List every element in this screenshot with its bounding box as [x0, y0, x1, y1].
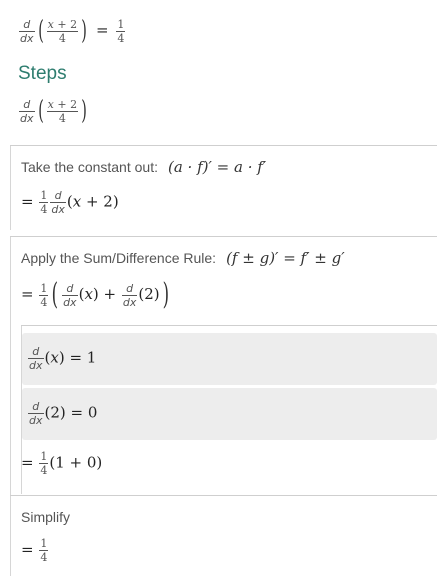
problem-result: 14: [116, 17, 126, 45]
step-constant-out: Take the constant out: (a · f)′ = a · f′: [21, 158, 267, 176]
divider: [10, 145, 437, 146]
steps-expression: d dx(x + 2 4): [19, 96, 87, 126]
step2-result: = 1 4(d dx (x) + d dx (2)): [21, 277, 169, 312]
derivative-operator: d dx: [19, 17, 35, 45]
step-border: [10, 237, 11, 495]
step-simplify: Simplify: [21, 509, 71, 525]
steps-heading: Steps: [18, 63, 67, 84]
step-sum-rule: Apply the Sum/Difference Rule: (f ± g)′ =…: [21, 249, 345, 267]
problem-fraction: x + 24: [46, 17, 79, 45]
divider: [10, 495, 437, 496]
step-border: [10, 496, 11, 576]
substep-constant-result: d dx (2) = 0: [28, 400, 98, 427]
step-border: [10, 146, 11, 230]
divider: [21, 325, 437, 326]
divider: [10, 236, 437, 237]
substep-x-result: d dx (x) = 1: [28, 345, 97, 372]
final-result: = 14: [21, 537, 49, 564]
problem-equation: d dx(x + 2 4) = 14: [19, 16, 126, 46]
step1-result: = 1 4 d dx (x + 2): [21, 189, 119, 216]
combined-result: = 1 4 (1 + 0): [21, 450, 103, 477]
